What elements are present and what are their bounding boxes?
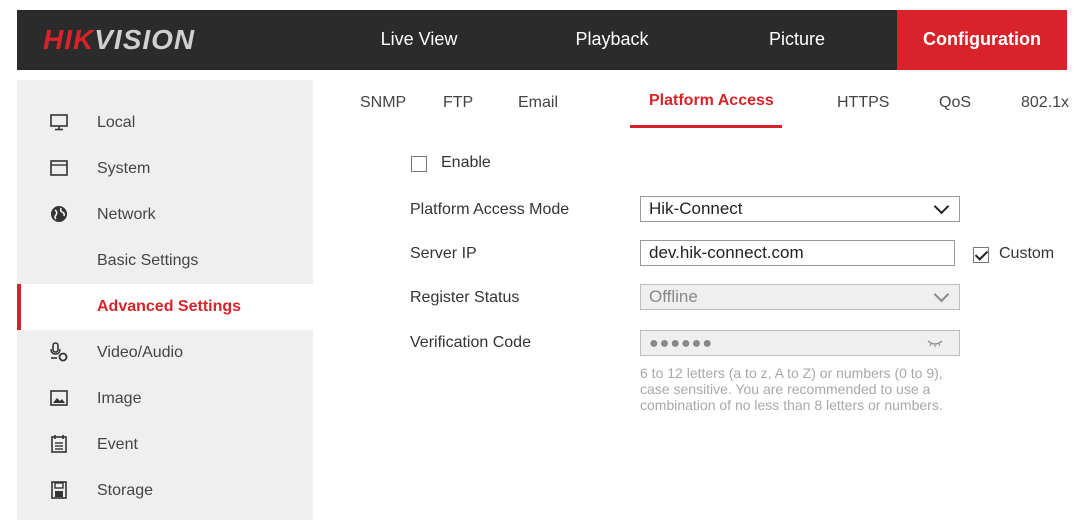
platform-access-mode-value: Hik-Connect [649,199,743,218]
sidebar-item-label: Event [97,436,138,453]
sidebar-item-advanced-settings[interactable]: Advanced Settings [17,284,313,330]
sidebar-item-network[interactable]: Network [17,192,313,238]
tab-qos[interactable]: QoS [939,94,971,112]
tab-email[interactable]: Email [518,94,558,112]
active-tab-underline [630,125,782,128]
sidebar-item-video-audio[interactable]: Video/Audio [17,330,313,376]
register-status-label: Register Status [410,289,520,306]
verification-code-label: Verification Code [410,334,531,351]
hidden-eye-icon [927,340,943,347]
sidebar: Local System Network Basic Settings Adva… [17,80,313,520]
chevron-down-icon [933,198,950,215]
monitor-icon [50,114,68,131]
top-navigation-bar: HIKVISION Live View Playback Picture Con… [17,10,1067,70]
save-icon [51,481,67,499]
mic-camera-icon [50,342,68,362]
nav-live-view[interactable]: Live View [369,10,469,70]
chevron-down-icon [933,286,950,303]
sidebar-item-label: Network [97,206,156,223]
enable-label: Enable [441,154,491,171]
sidebar-item-basic-settings[interactable]: Basic Settings [17,238,313,284]
sidebar-item-local[interactable]: Local [17,100,313,146]
sidebar-item-storage[interactable]: Storage [17,468,313,514]
tab-8021x[interactable]: 802.1x [1021,94,1069,112]
enable-checkbox[interactable] [411,156,427,172]
active-marker [17,284,21,330]
verification-code-value: ●●●●●● [649,335,713,352]
tab-snmp[interactable]: SNMP [360,94,406,112]
sidebar-item-system[interactable]: System [17,146,313,192]
sidebar-item-label: Basic Settings [97,252,199,269]
sidebar-item-label: Image [97,390,142,407]
sidebar-item-label: Storage [97,482,154,499]
tab-bar: SNMP FTP Email Platform Access HTTPS QoS… [340,80,1082,130]
tab-platform-access[interactable]: Platform Access [649,92,774,110]
custom-label: Custom [999,245,1055,262]
sidebar-item-image[interactable]: Image [17,376,313,422]
platform-access-mode-select[interactable]: Hik-Connect [640,196,960,222]
sidebar-item-event[interactable]: Event [17,422,313,468]
verification-code-input: ●●●●●● [640,330,960,356]
server-ip-value: dev.hik-connect.com [649,243,804,262]
sidebar-item-label: System [97,160,151,177]
globe-icon [51,206,67,222]
verification-code-hint: 6 to 12 letters (a to z, A to Z) or numb… [640,365,943,413]
window-icon [50,160,68,176]
nav-playback[interactable]: Playback [557,10,667,70]
sidebar-item-label: Advanced Settings [97,298,242,315]
tab-https[interactable]: HTTPS [837,94,889,112]
nav-configuration[interactable]: Configuration [897,10,1067,70]
server-ip-input[interactable]: dev.hik-connect.com [640,240,955,266]
image-icon [50,390,68,406]
server-ip-label: Server IP [410,245,477,262]
register-status-select: Offline [640,284,960,310]
platform-access-mode-label: Platform Access Mode [410,201,570,218]
nav-picture[interactable]: Picture [747,10,847,70]
custom-checkbox[interactable] [973,247,989,263]
register-status-value: Offline [649,287,698,306]
sidebar-item-label: Local [97,114,136,131]
calendar-icon [51,435,67,453]
tab-ftp[interactable]: FTP [443,94,473,112]
sidebar-item-label: Video/Audio [97,344,183,361]
hikvision-logo: HIKVISION [43,24,196,55]
